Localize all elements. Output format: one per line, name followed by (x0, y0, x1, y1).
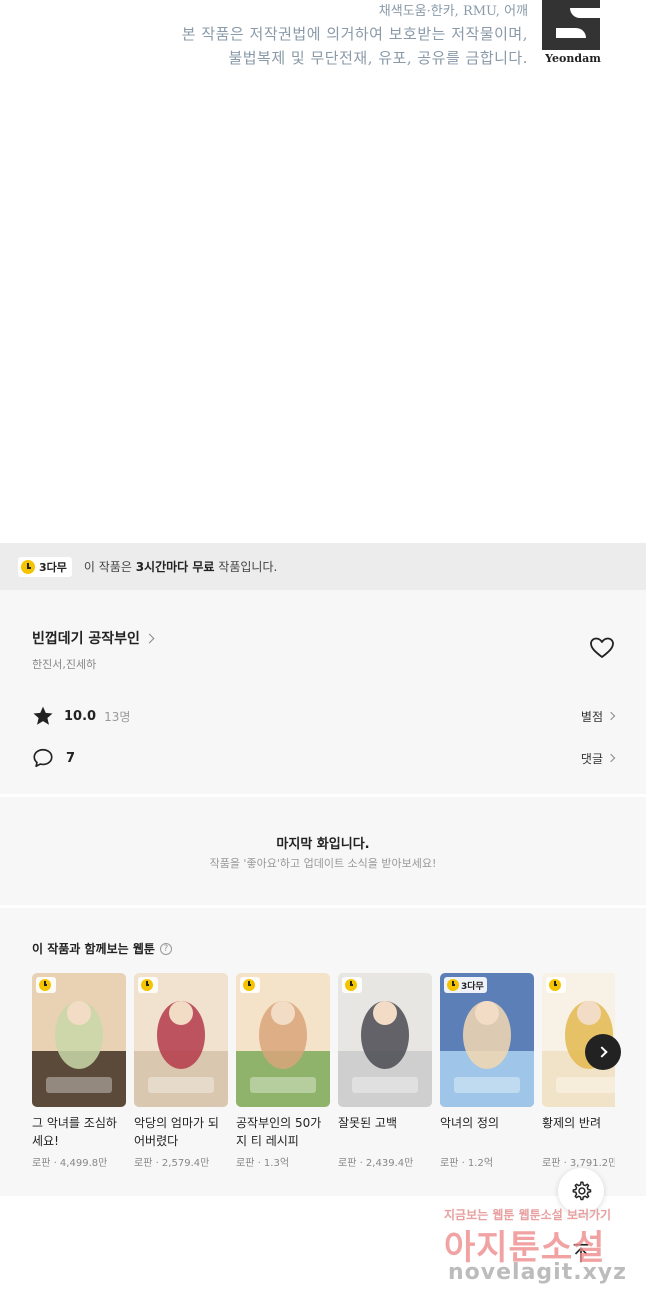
free-wait-text: 이 작품은 3시간마다 무료 작품입니다. (83, 560, 278, 574)
wait-free-badge (36, 977, 56, 993)
settings-button[interactable] (558, 1168, 604, 1214)
comment-link[interactable]: 댓글 (580, 750, 616, 767)
chevron-right-icon (606, 753, 616, 763)
cover-thumbnail (236, 973, 330, 1107)
clock-icon (447, 979, 459, 991)
recommendation-meta: 로판 · 1.2억 (440, 1158, 494, 1169)
cover-thumbnail (134, 973, 228, 1107)
last-episode-notice: 마지막 화입니다. 작품을 '좋아요'하고 업데이트 소식을 받아보세요! (0, 797, 646, 905)
gear-icon (572, 1181, 592, 1201)
comment-row: 7 댓글 (32, 746, 616, 770)
clock-icon (243, 979, 255, 991)
wait-free-badge: 3다무 (444, 977, 487, 993)
recommendation-title: 잘못된 고백 (338, 1116, 398, 1130)
chevron-right-icon (595, 1046, 608, 1058)
recommendation-meta: 로판 · 4,499.8만 (32, 1158, 108, 1169)
recommendation-meta: 로판 · 1.3억 (236, 1158, 290, 1169)
star-icon (33, 706, 53, 725)
chevron-right-icon (144, 633, 155, 643)
coloring-credit: 채색도움·한카, RMU, 어깨 (378, 4, 528, 19)
recommendation-meta: 로판 · 3,791.2만 (542, 1158, 615, 1169)
cover-thumbnail: 3다무 (440, 973, 534, 1107)
work-authors: 한진서,진세하 (32, 658, 97, 671)
recommendation-title: 황제의 반려 (542, 1116, 602, 1130)
rating-score: 10.0 (64, 708, 97, 724)
copyright-line-2: 불법복제 및 무단전재, 유포, 공유를 금합니다. (228, 49, 528, 67)
help-icon[interactable]: ? (159, 942, 172, 955)
rating-link[interactable]: 별점 (580, 708, 616, 725)
recommendation-card[interactable]: 황제의 반려로판 · 3,791.2만 (542, 973, 615, 1169)
rating-count: 13명 (104, 709, 131, 724)
carousel-next-button[interactable] (585, 1034, 621, 1070)
clock-icon (21, 559, 35, 574)
wait-free-badge-label: 3다무 (39, 560, 67, 574)
work-title: 빈껍데기 공작부인 (32, 631, 140, 647)
rating-link-label: 별점 (580, 709, 603, 724)
recommendation-title: 공작부인의 50가지 티 레시피 (236, 1116, 322, 1148)
clock-icon (141, 979, 153, 991)
wait-free-badge: 3다무 (18, 556, 72, 577)
wait-free-badge (138, 977, 158, 993)
free-wait-banner: 3다무 이 작품은 3시간마다 무료 작품입니다. (0, 543, 646, 590)
work-title-link[interactable]: 빈껍데기 공작부인 (32, 628, 155, 648)
wait-free-badge-label: 3다무 (461, 981, 484, 992)
rating-row: 10.0 13명 별점 (32, 704, 616, 728)
cover-thumbnail (338, 973, 432, 1107)
recommendation-meta: 로판 · 2,579.4만 (134, 1158, 210, 1169)
yeondam-logo-mark (542, 0, 600, 50)
work-info-panel: 빈껍데기 공작부인 한진서,진세하 10.0 13명 별점 7 댓글 (0, 590, 646, 794)
wait-free-badge (546, 977, 566, 993)
speech-bubble-icon (33, 748, 53, 768)
free-wait-period: 3시간마다 무료 (135, 560, 215, 574)
chevron-right-icon (606, 711, 616, 721)
last-episode-subtitle: 작품을 '좋아요'하고 업데이트 소식을 받아보세요! (209, 857, 437, 870)
yeondam-logo-text: Yeondam (545, 52, 601, 65)
recommendation-title: 악녀의 정의 (440, 1116, 500, 1130)
copyright-text-block: 채색도움·한카, RMU, 어깨 본 작품은 저작권법에 의거하여 보호받는 저… (182, 2, 528, 70)
recommendations-heading: 이 작품과 함께보는 웹툰 ? (32, 940, 172, 957)
wait-free-badge (240, 977, 260, 993)
site-watermark: 지금보는 웹툰 웹툰소설 보러가기 아지툰소설 novelagit.xyz (436, 1200, 636, 1300)
clock-icon (549, 979, 561, 991)
recommendations-title: 이 작품과 함께보는 웹툰 (32, 942, 155, 956)
recommendation-carousel[interactable]: 그 악녀를 조심하세요! 로판 · 4,499.8만 악당의 엄마가 되어버렸다로판… (32, 973, 615, 1173)
cover-thumbnail (32, 973, 126, 1107)
like-button[interactable] (589, 636, 615, 660)
arrow-up-icon (573, 1243, 589, 1263)
wait-free-badge (342, 977, 362, 993)
recommendation-card[interactable]: 3다무악녀의 정의로판 · 1.2억 (440, 973, 534, 1169)
recommendation-card[interactable]: 잘못된 고백로판 · 2,439.4만 (338, 973, 432, 1169)
copyright-line-1: 본 작품은 저작권법에 의거하여 보호받는 저작물이며, (181, 25, 528, 43)
yeondam-logo: Yeondam (542, 0, 602, 66)
clock-icon (39, 979, 51, 991)
recommendation-meta: 로판 · 2,439.4만 (338, 1158, 414, 1169)
comment-count: 7 (66, 750, 76, 766)
last-episode-title: 마지막 화입니다. (276, 837, 370, 852)
recommendation-title: 악당의 엄마가 되어버렸다 (134, 1116, 219, 1148)
recommendations-section: 이 작품과 함께보는 웹툰 ? 그 악녀를 조심하세요! 로판 · 4,499.8… (0, 908, 646, 1196)
recommendation-card[interactable]: 공작부인의 50가지 티 레시피로판 · 1.3억 (236, 973, 330, 1169)
comment-link-label: 댓글 (580, 751, 603, 766)
heart-outline-icon (590, 637, 614, 658)
scroll-top-button[interactable] (558, 1230, 604, 1276)
recommendation-card[interactable]: 그 악녀를 조심하세요! 로판 · 4,499.8만 (32, 973, 126, 1169)
copyright-notice: 채색도움·한카, RMU, 어깨 본 작품은 저작권법에 의거하여 보호받는 저… (0, 0, 646, 80)
clock-icon (345, 979, 357, 991)
recommendation-title: 그 악녀를 조심하세요! (32, 1116, 117, 1148)
recommendation-card[interactable]: 악당의 엄마가 되어버렸다로판 · 2,579.4만 (134, 973, 228, 1169)
